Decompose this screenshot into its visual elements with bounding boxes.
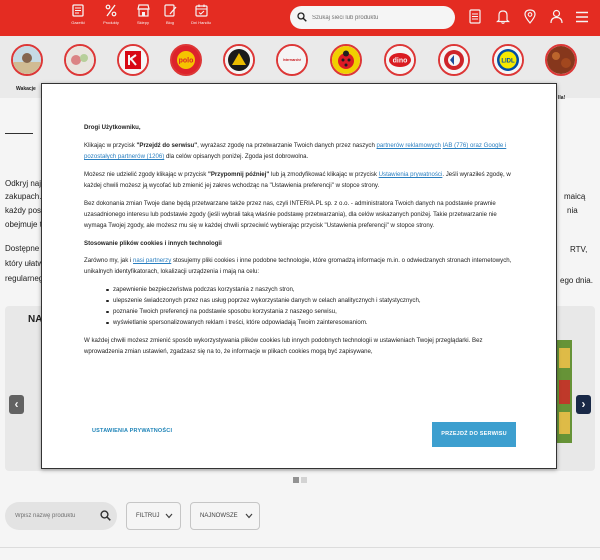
text: Zarówno my, jak i (84, 257, 133, 264)
consent-greeting: Drogi Użytkowniku, (84, 124, 141, 131)
purpose-list: zapewnienie bezpieczeństwa podczas korzy… (106, 284, 516, 328)
text: "Przypomnij później" (207, 171, 270, 178)
list-item: ulepszenie świadczonych przez nas usług … (106, 295, 516, 306)
text: "Przejdź do serwisu" (136, 142, 198, 149)
text: , wyrażasz zgodę na przetwarzanie Twoich… (197, 142, 377, 149)
text: lub ją zmodyfikować klikając w przycisk (269, 171, 379, 178)
consent-paragraph: Możesz nie udzielić zgody klikając w prz… (84, 169, 516, 191)
cookie-consent-dialog: Drogi Użytkowniku, Klikając w przycisk "… (41, 83, 557, 469)
list-item: wyświetlanie spersonalizowanych reklam i… (106, 317, 516, 328)
cookies-section-title: Stosowanie plików cookies i innych techn… (84, 240, 222, 247)
our-partners-link[interactable]: nasi partnerzy (133, 257, 171, 264)
list-item: zapewnienie bezpieczeństwa podczas korzy… (106, 284, 516, 295)
consent-text: Drogi Użytkowniku, Klikając w przycisk "… (84, 122, 516, 394)
partners-link[interactable]: partnerów reklamowych (377, 142, 441, 149)
text: Możesz nie udzielić zgody klikając w prz… (84, 171, 208, 178)
text: dla celów opisanych poniżej. Zgoda jest … (164, 153, 309, 160)
go-to-site-button[interactable]: PRZEJDŹ DO SERWISU (432, 422, 516, 447)
privacy-settings-button[interactable]: USTAWIENIA PRYWATNOŚCI (92, 428, 172, 434)
consent-paragraph: Bez dokonania zmian Twoje dane będą prze… (84, 200, 497, 229)
consent-paragraph: W każdej chwili możesz zmienić sposób wy… (84, 337, 483, 355)
privacy-settings-link[interactable]: Ustawienia prywatności (379, 171, 443, 178)
consent-paragraph: Klikając w przycisk "Przejdź do serwisu"… (84, 140, 516, 162)
text: Klikając w przycisk (84, 142, 137, 149)
consent-paragraph: Zarówno my, jak i nasi partnerzy stosuje… (84, 255, 516, 277)
list-item: poznanie Twoich preferencji na podstawie… (106, 306, 516, 317)
